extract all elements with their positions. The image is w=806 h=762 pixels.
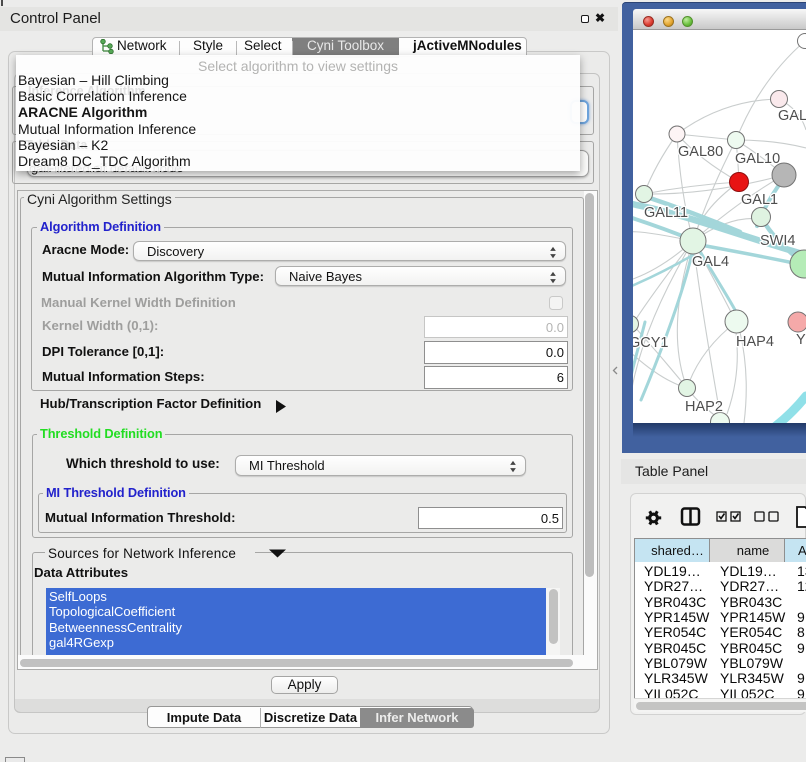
svg-text:HAP4: HAP4	[736, 334, 774, 350]
svg-text:GAL10: GAL10	[735, 151, 780, 167]
svg-text:GCY1: GCY1	[633, 335, 669, 351]
svg-text:HAP2: HAP2	[685, 399, 723, 415]
svg-text:GAL11: GAL11	[644, 205, 688, 221]
svg-text:GAL2: GAL2	[778, 108, 806, 124]
svg-text:SWI4: SWI4	[760, 233, 795, 249]
svg-text:GAL4: GAL4	[692, 254, 729, 270]
svg-text:GAL1: GAL1	[741, 192, 778, 208]
svg-text:Y: Y	[796, 332, 806, 348]
svg-text:GAL80: GAL80	[678, 144, 723, 160]
